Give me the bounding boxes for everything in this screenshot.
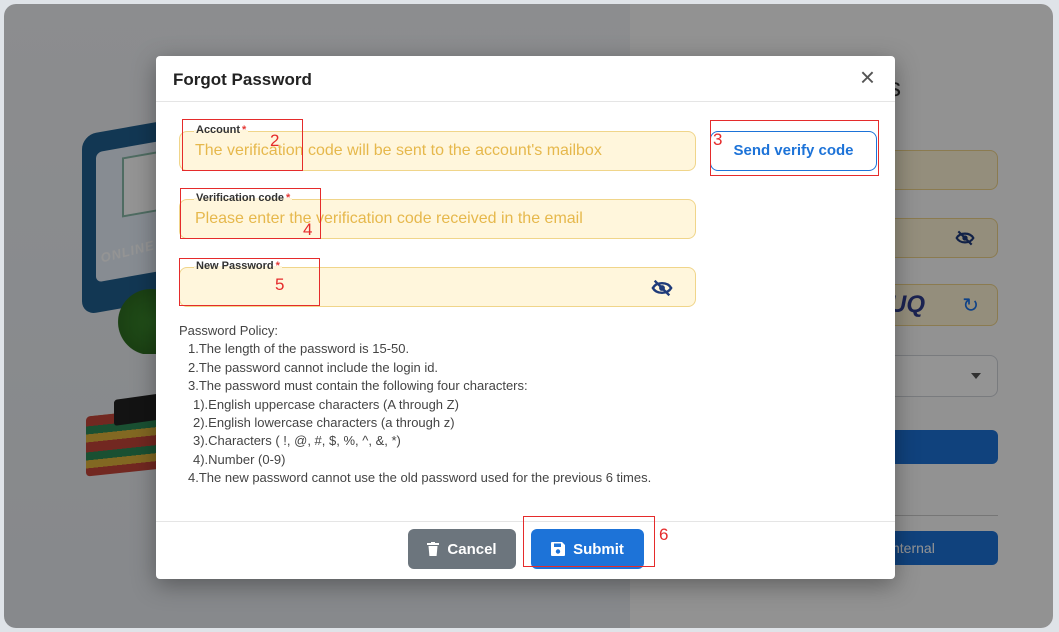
close-icon[interactable]: × (860, 64, 875, 90)
annotation-number: 4 (303, 220, 313, 239)
policy-line: 3.The password must contain the followin… (188, 378, 528, 394)
annotation-number: 2 (270, 131, 280, 150)
policy-line: 2).English lowercase characters (a throu… (193, 415, 455, 431)
eye-slash-icon[interactable] (651, 278, 673, 298)
dialog-header: Forgot Password × (156, 56, 895, 102)
policy-title: Password Policy: (179, 323, 278, 338)
annotation-box-3 (710, 120, 879, 176)
dialog-title: Forgot Password (173, 70, 312, 89)
annotation-box-6 (523, 516, 655, 567)
annotation-number: 5 (275, 275, 285, 294)
annotation-number: 6 (659, 525, 669, 544)
cancel-button-label: Cancel (447, 540, 497, 558)
policy-line: 1).English uppercase characters (A throu… (193, 396, 459, 412)
policy-line: 4).Number (0-9) (193, 451, 286, 467)
policy-line: 1.The length of the password is 15-50. (188, 341, 410, 357)
annotation-box-4 (180, 188, 321, 239)
trash-icon (427, 542, 440, 556)
policy-line: 2.The password cannot include the login … (188, 359, 439, 375)
annotation-box-5 (179, 258, 320, 306)
cancel-button[interactable]: Cancel (408, 529, 516, 569)
policy-line: 3).Characters ( !, @, #, $, %, ^, &, *) (193, 433, 401, 449)
annotation-number: 3 (713, 130, 723, 149)
policy-line: 4.The new password cannot use the old pa… (188, 470, 652, 486)
password-policy: Password Policy: 1.The length of the pas… (179, 322, 651, 488)
annotation-box-2 (182, 119, 303, 171)
